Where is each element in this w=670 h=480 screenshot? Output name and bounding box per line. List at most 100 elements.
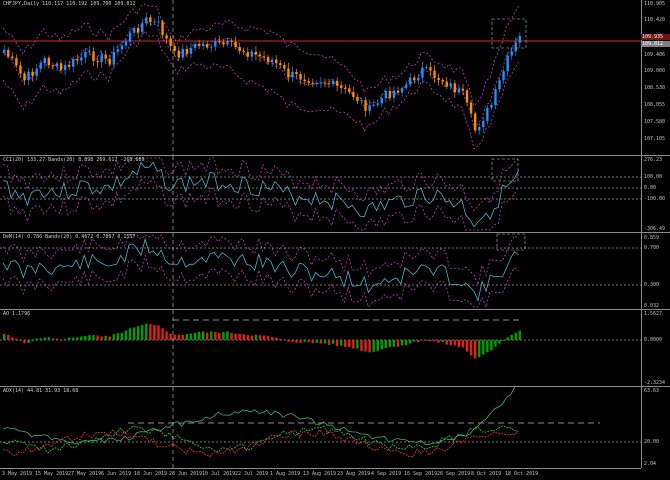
ao-bar — [43, 337, 46, 340]
price-line-tag: 109.935 — [641, 34, 670, 40]
candle-body — [331, 80, 335, 85]
ao-bar — [295, 340, 298, 343]
ao-bar — [388, 340, 392, 347]
candle-body — [206, 44, 209, 48]
ao-bar — [486, 340, 489, 353]
candle-body — [218, 41, 221, 43]
bollinger-lower — [2, 30, 519, 150]
price-tick: 109.000 — [644, 68, 666, 74]
ao-bar — [210, 331, 213, 340]
ao-bar — [250, 335, 254, 340]
ao-bar — [92, 335, 95, 340]
candle-body — [238, 46, 241, 52]
candle-body — [356, 96, 359, 102]
candle-body — [124, 41, 128, 46]
candle-body — [3, 49, 6, 53]
candle-body — [7, 49, 10, 57]
candle-body — [161, 21, 164, 36]
candle-body — [136, 27, 140, 33]
candle-body — [441, 79, 444, 82]
ao-bar — [104, 335, 107, 340]
ao-bar — [258, 335, 262, 340]
ao-bar — [108, 336, 111, 340]
candle-body — [327, 83, 331, 85]
candle-body — [360, 100, 363, 102]
ao-bar — [218, 333, 221, 340]
candle-body — [449, 83, 452, 87]
ao-tick: 0.0000 — [644, 337, 663, 343]
price-axis[interactable]: 110.905 110.420 109.406 109.000 108.530 … — [641, 0, 670, 155]
candle-body — [400, 87, 404, 93]
candle-body — [510, 51, 513, 56]
candle-body — [230, 40, 233, 42]
ao-bar — [136, 326, 140, 340]
ao-bar — [291, 340, 294, 343]
candle-body — [490, 104, 493, 108]
candle-body — [315, 82, 319, 84]
ao-bar — [201, 331, 205, 340]
adx-axis[interactable]: 63.63 20.00 2.04 — [641, 387, 670, 468]
ao-bar — [425, 340, 428, 341]
ao-bar — [51, 338, 55, 340]
ao-bar — [120, 332, 124, 340]
ao-bar — [181, 334, 185, 340]
demarker-pane[interactable]: DeM(14) 0.786 Bands(20) 0.4672 0.7807 0.… — [0, 233, 641, 309]
price-pane[interactable]: CHFJPY,Daily 110.117 110.192 109.700 109… — [0, 0, 641, 155]
ao-bar — [417, 340, 420, 343]
candle-body — [173, 46, 176, 51]
candle-body — [270, 59, 274, 63]
ao-bar — [352, 340, 355, 349]
candle-body — [189, 48, 193, 54]
ao-bar — [266, 336, 270, 340]
ao-bar — [465, 340, 469, 352]
ao-bar — [161, 328, 164, 340]
ao-bar — [3, 333, 6, 340]
ao-bar — [335, 340, 339, 347]
candle-body — [465, 90, 469, 103]
candle-body — [132, 27, 136, 33]
cci-tick: 0.00 — [644, 185, 657, 191]
current-price-tag: 109.812 — [641, 41, 670, 47]
ao-bar — [72, 337, 75, 340]
ao-bar — [7, 334, 10, 340]
ao-bar — [27, 340, 30, 343]
candle-body — [165, 35, 168, 39]
candle-body — [364, 100, 367, 111]
symbol-label: CHFJPY,Daily — [3, 1, 40, 7]
candle-body — [295, 71, 298, 74]
ao-bar — [498, 340, 501, 344]
ao-bar — [116, 333, 120, 340]
ao-bar — [510, 334, 513, 340]
candle-body — [287, 68, 290, 78]
candle-body — [11, 56, 14, 59]
highlight-box — [496, 233, 526, 251]
adx-pane[interactable]: ADX(14) 44.81 31.93 18.68 — [0, 387, 641, 468]
candle-body — [339, 85, 343, 88]
candle-body — [372, 104, 375, 106]
bollinger-middle — [2, 18, 519, 129]
date-tick: 13 Aug 2019 — [303, 471, 337, 477]
candle-body — [258, 54, 262, 57]
demarker-axis[interactable]: 0.859 0.700 0.300 0.032 — [641, 233, 670, 309]
ao-bar — [360, 340, 363, 351]
ao-bar — [76, 337, 79, 340]
ao-bar — [307, 340, 310, 342]
time-axis[interactable]: 3 May 2019 15 May 2019 27 May 2019 6 Jun… — [0, 468, 641, 480]
candle-body — [421, 67, 424, 78]
ao-bar — [189, 333, 193, 340]
ao-bar — [100, 336, 103, 340]
price-tick: 108.055 — [644, 102, 666, 108]
cci-axis[interactable]: 276.23 100.00 0.00 -100.00 -306.49 — [641, 156, 670, 232]
candle-body — [246, 52, 249, 57]
ao-bar — [214, 331, 217, 340]
ao-pane[interactable]: AO 1.1796 — [0, 310, 641, 386]
ao-bar — [19, 340, 22, 342]
ao-bar — [242, 334, 245, 340]
candle-body — [335, 80, 339, 86]
demarker-label: DeM(14) 0.786 Bands(20) 0.4672 0.7807 0.… — [3, 234, 136, 240]
candle-body — [514, 42, 517, 52]
ao-bar — [518, 330, 522, 340]
cci-pane[interactable]: CCI(20) 133.27 Bands(20) 8.898 269.617 -… — [0, 156, 641, 232]
ao-bar — [392, 340, 396, 347]
ao-axis[interactable]: 1.5627 0.0000 -2.3234 — [641, 310, 670, 386]
